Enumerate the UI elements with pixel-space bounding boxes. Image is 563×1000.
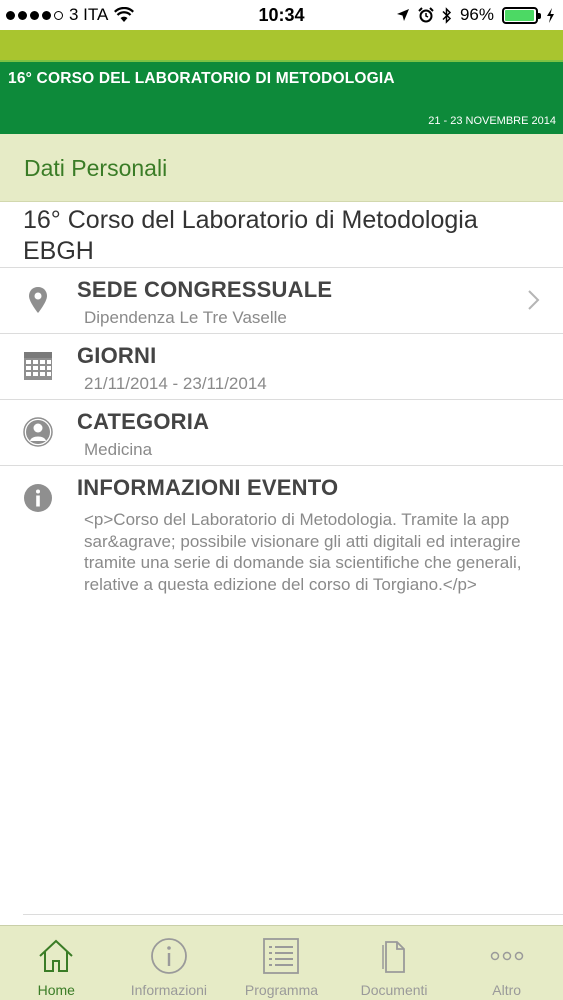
location-pin-icon [29,287,47,313]
event-info-description: <p>Corso del Laboratorio di Metodologia.… [84,510,522,594]
info-circle-icon [150,938,187,974]
location-arrow-icon [396,9,409,21]
tab-informazioni[interactable]: Informazioni [113,926,226,1000]
event-title: 16° Corso del Laboratorio di Metodologia… [23,206,478,265]
person-icon [23,417,53,447]
days-value: 21/11/2014 - 23/11/2014 [84,374,267,393]
days-label: GIORNI [77,343,157,368]
bluetooth-icon [442,6,452,24]
document-icon [382,941,405,973]
alarm-icon [418,7,434,23]
status-bar: 3 ITA 10:34 96% [0,0,563,30]
banner-title: 16° CORSO DEL LABORATORIO DI METODOLOGIA [8,70,395,87]
more-icon [490,951,523,961]
venue-row[interactable]: SEDE CONGRESSUALE Dipendenza Le Tre Vase… [0,267,563,333]
category-value: Medicina [84,440,153,459]
charging-bolt-icon [547,7,554,23]
home-icon [39,939,73,972]
category-label: CATEGORIA [77,409,210,434]
tab-informazioni-label: Informazioni [130,982,208,998]
event-banner: 16° CORSO DEL LABORATORIO DI METODOLOGIA… [0,60,563,134]
tab-bar: Home Informazioni Programma Documenti Al… [0,925,563,1000]
days-row: GIORNI 21/11/2014 - 23/11/2014 [0,333,563,399]
calendar-icon [24,352,52,380]
list-end-divider [23,914,563,915]
tab-altro-label: Altro [492,982,522,998]
tab-altro[interactable]: Altro [450,926,563,1000]
event-info-label: INFORMAZIONI EVENTO [77,475,339,500]
tab-programma-label: Programma [244,982,319,998]
battery-percent: 96% [459,5,494,24]
section-title: Dati Personali [24,155,168,181]
venue-label: SEDE CONGRESSUALE [77,277,333,302]
venue-value: Dipendenza Le Tre Vaselle [84,308,287,327]
list-icon [263,938,300,974]
event-info-row: INFORMAZIONI EVENTO <p>Corso del Laborat… [0,465,563,635]
tab-documenti-label: Documenti [360,982,428,998]
info-icon [24,484,52,512]
battery-icon [502,6,541,24]
tab-home[interactable]: Home [0,926,113,1000]
tab-home-label: Home [37,982,75,998]
category-row: CATEGORIA Medicina [0,399,563,465]
tab-documenti[interactable]: Documenti [338,926,451,1000]
section-header: Dati Personali [0,134,563,202]
banner-dates: 21 - 23 NOVEMBRE 2014 [428,115,556,127]
chevron-right-icon [528,290,540,310]
tab-programma[interactable]: Programma [225,926,338,1000]
top-accent-bar [0,30,563,60]
